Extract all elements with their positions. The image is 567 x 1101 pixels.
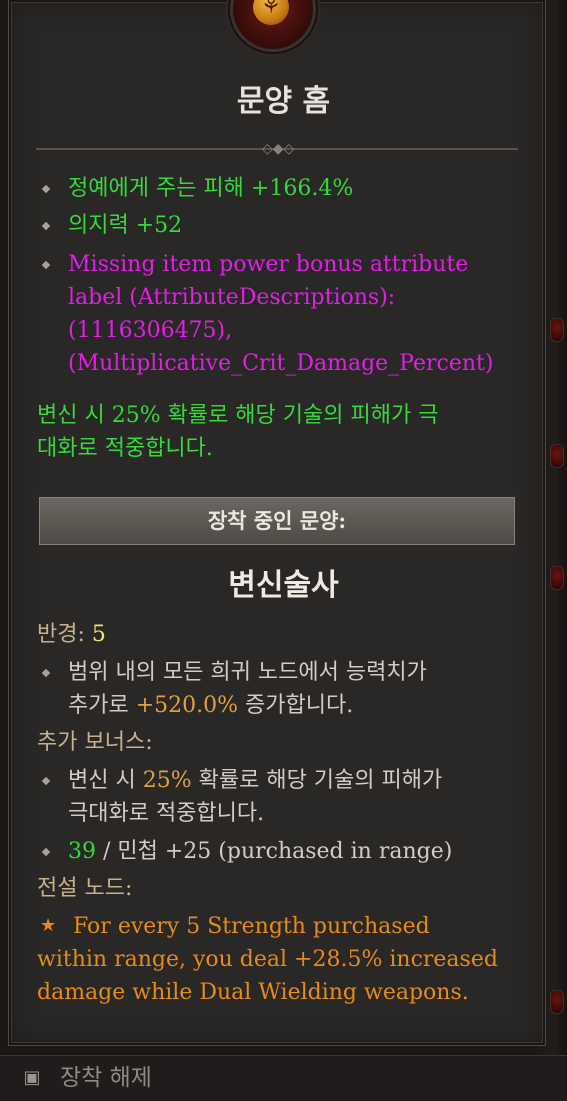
star-icon: ★ [40,915,57,936]
radius-label-text: 반경: [37,622,85,647]
radius-value: 5 [91,622,106,647]
missing-attribute-line-1: Missing item power bonus attribute [68,252,469,277]
equipped-glyph-header: 장착 중인 문양: [37,495,517,547]
purchased-text: / 민첩 +25 (purchased in range) [96,839,453,864]
additional-value: 25% [142,768,192,793]
node-bonus-prefix: 추가로 [68,693,136,718]
missing-attribute-line-2: label (AttributeDescriptions): [68,285,396,310]
legendary-line-1: For every 5 Strength purchased [73,914,430,939]
additional-prefix: 변신 시 [68,768,143,793]
additional-suffix: 확률로 해당 기술의 피해가 [191,768,443,793]
effect-line-1: 변신 시 25% 확률로 해당 기술의 피해가 극 [37,403,439,428]
additional-bonus-line-1: 변신 시 25% 확률로 해당 기술의 피해가 [68,764,442,797]
additional-bonus-line-2: 극대화로 적중합니다. [68,801,265,826]
bonus-elite-damage: 정예에게 주는 피해 +166.4% [68,176,354,201]
bonus-willpower: 의지력 +52 [68,213,183,238]
purchased-value: 39 [68,839,96,864]
node-bonus-line-1: 범위 내의 모든 희귀 노드에서 능력치가 [68,660,427,685]
node-bonus-line-2: 추가로 +520.0% 증가합니다. [68,689,353,722]
node-bonus-value: +520.0% [135,693,239,718]
radius-label: 반경: 5 [37,618,106,651]
missing-attribute-line-4: (Multiplicative_Crit_Damage_Percent) [68,351,494,376]
missing-attribute-line-3: (1116306475), [68,318,233,343]
node-bonus-suffix: 증가합니다. [238,693,354,718]
glyph-symbol-icon: ⚘ [253,0,289,25]
glyph-name: 변신술사 [228,568,339,603]
purchased-line: 39 / 민첩 +25 (purchased in range) [68,835,452,868]
side-gem-icon [550,444,564,468]
divider-ornament-icon: ◇◆◇ [262,141,295,157]
side-gem-icon [550,990,564,1014]
legendary-line-2: within range, you deal +28.5% increased [37,947,498,972]
additional-bonus-label: 추가 보너스: [37,730,153,755]
side-gem-icon [550,318,564,342]
unequip-icon[interactable]: ▣ [22,1068,42,1088]
unequip-button[interactable]: 장착 해제 [60,1062,152,1094]
legendary-line-3: damage while Dual Wielding weapons. [37,980,469,1005]
effect-line-2: 대화로 적중합니다. [37,436,213,461]
tooltip-title: 문양 홈 [236,84,331,119]
legendary-node-label: 전설 노드: [37,876,133,901]
